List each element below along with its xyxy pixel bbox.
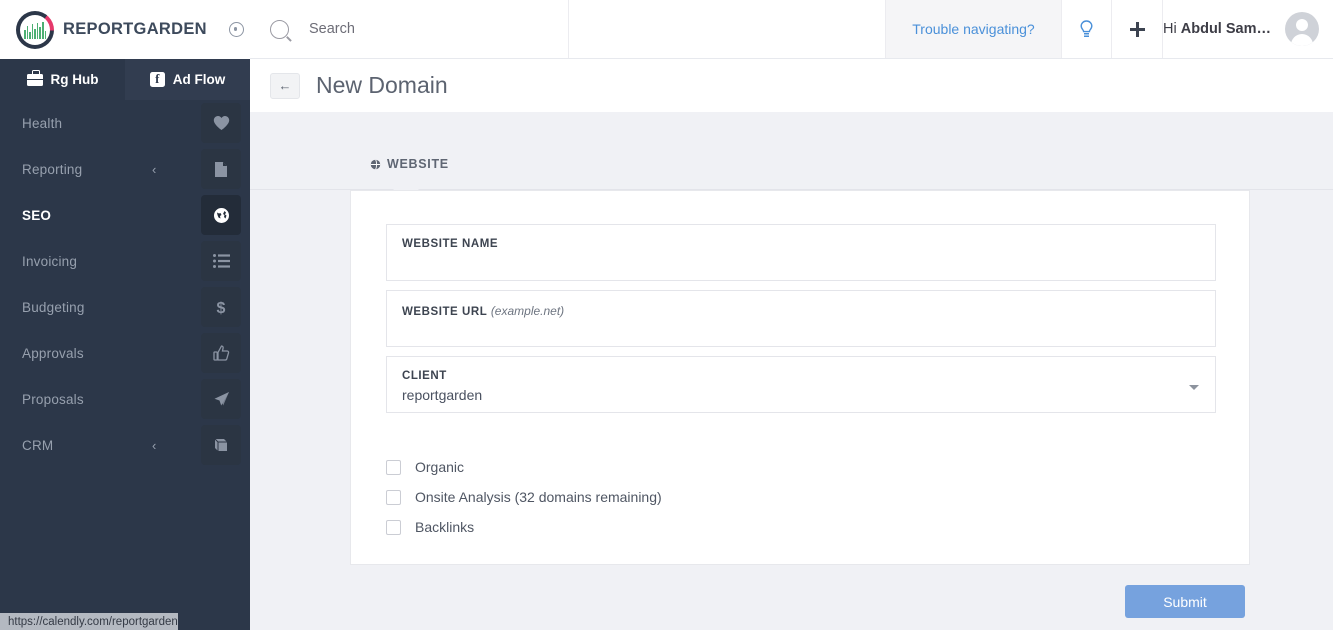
tab-website[interactable]: WEBSITE: [370, 157, 449, 171]
checkbox-onsite-analysis-label: Onsite Analysis (32 domains remaining): [415, 489, 662, 505]
trouble-navigating-cell[interactable]: Trouble navigating?: [886, 0, 1062, 58]
sidebar-item-seo[interactable]: SEO: [0, 192, 250, 238]
website-name-label: WEBSITE NAME: [402, 238, 499, 250]
website-url-hint: (example.net): [490, 304, 565, 318]
target-icon[interactable]: [228, 22, 244, 37]
client-label: CLIENT: [402, 370, 447, 382]
status-bar-url: https://calendly.com/reportgarden: [0, 613, 178, 630]
heart-icon[interactable]: [201, 103, 241, 143]
checkbox-box-icon[interactable]: [386, 519, 401, 535]
tab-website-label: WEBSITE: [387, 157, 449, 171]
website-url-field[interactable]: WEBSITE URL (example.net): [386, 290, 1216, 347]
sidebar-item-label: Health: [22, 115, 63, 131]
section-tabstrip: WEBSITE: [250, 112, 1333, 201]
website-form-card: WEBSITE NAME WEBSITE URL (example.net) C…: [350, 190, 1250, 565]
header-spacer: [569, 0, 887, 58]
document-icon[interactable]: [201, 149, 241, 189]
sidebar-item-reporting[interactable]: Reporting ‹: [0, 146, 250, 192]
workspace-tabs: Rg Hub f Ad Flow: [0, 59, 250, 100]
chevron-down-icon: [1189, 385, 1199, 390]
search-icon: [270, 19, 289, 39]
facebook-icon: f: [149, 72, 165, 87]
plus-icon: [1129, 21, 1145, 37]
page-title: New Domain: [316, 72, 448, 98]
checkbox-onsite-analysis[interactable]: Onsite Analysis (32 domains remaining): [386, 489, 662, 505]
user-name: Abdul Sam…: [1180, 21, 1271, 37]
reportgarden-logo-icon: [16, 10, 54, 49]
tab-ad-flow-label: Ad Flow: [172, 72, 226, 87]
briefcase-icon: [26, 70, 43, 86]
lightbulb-button[interactable]: [1062, 0, 1113, 58]
sidebar-item-approvals[interactable]: Approvals: [0, 330, 250, 376]
globe-icon[interactable]: [201, 195, 241, 235]
brand-name: REPORTGARDEN: [63, 20, 207, 38]
submit-button[interactable]: Submit: [1125, 585, 1245, 618]
logo-bars-icon: [24, 21, 47, 39]
search-input[interactable]: [309, 21, 539, 37]
lightbulb-icon: [1080, 19, 1093, 37]
search-area[interactable]: [250, 0, 569, 58]
client-value: reportgarden: [402, 387, 483, 403]
dollar-icon[interactable]: $: [201, 287, 241, 327]
sidebar-item-label: Reporting: [22, 161, 83, 177]
rocket-icon[interactable]: [201, 379, 241, 419]
sidebar-item-proposals[interactable]: Proposals: [0, 376, 250, 422]
checkbox-organic[interactable]: Organic: [386, 459, 464, 475]
sidebar-item-label: Approvals: [22, 345, 84, 361]
website-name-field[interactable]: WEBSITE NAME: [386, 224, 1216, 281]
tab-rg-hub[interactable]: Rg Hub: [0, 59, 125, 100]
checkbox-organic-label: Organic: [415, 459, 465, 475]
sidebar-item-label: Invoicing: [22, 253, 78, 269]
checkbox-backlinks-label: Backlinks: [415, 519, 475, 535]
website-url-label: WEBSITE URL (example.net): [402, 304, 564, 318]
add-button[interactable]: [1112, 0, 1164, 58]
app-root: REPORTGARDEN Rg Hub f Ad Flow Health Repo…: [0, 0, 1333, 630]
checkbox-box-icon[interactable]: [386, 459, 401, 475]
greeting-prefix: Hi: [1163, 21, 1181, 37]
user-greeting: Hi Abdul Sam…: [1163, 21, 1271, 37]
checkbox-backlinks[interactable]: Backlinks: [386, 519, 474, 535]
sidebar-item-label: SEO: [22, 207, 52, 223]
tab-rg-hub-label: Rg Hub: [50, 72, 99, 87]
website-url-label-text: WEBSITE URL: [402, 306, 488, 318]
sidebar-item-crm[interactable]: CRM ‹: [0, 422, 250, 468]
book-icon[interactable]: [201, 425, 241, 465]
sidebar-item-invoicing[interactable]: Invoicing: [0, 238, 250, 284]
globe-icon: [370, 158, 381, 170]
back-button[interactable]: ←: [270, 72, 300, 99]
sidebar-nav: Health Reporting ‹ SEO Invoicing Budgeting $ Ap…: [0, 100, 250, 468]
avatar-icon[interactable]: [1285, 12, 1319, 46]
sidebar-item-budgeting[interactable]: Budgeting $: [0, 284, 250, 330]
list-icon[interactable]: [201, 241, 241, 281]
sidebar-item-label: CRM: [22, 437, 54, 453]
page-titlebar: ← New Domain: [250, 59, 1333, 112]
top-header: Trouble navigating? Hi Abdul Sam…: [250, 0, 1333, 59]
sidebar: REPORTGARDEN Rg Hub f Ad Flow Health Repo…: [0, 0, 250, 630]
chevron-left-icon[interactable]: ‹: [152, 163, 156, 176]
back-arrow-icon: ←: [278, 78, 292, 93]
sidebar-item-label: Budgeting: [22, 299, 85, 315]
thumbs-up-icon[interactable]: [201, 333, 241, 373]
user-menu[interactable]: Hi Abdul Sam…: [1163, 0, 1333, 58]
chevron-left-icon[interactable]: ‹: [152, 439, 156, 452]
brand-header[interactable]: REPORTGARDEN: [0, 0, 250, 59]
client-select[interactable]: CLIENT reportgarden: [386, 356, 1216, 413]
trouble-navigating-link[interactable]: Trouble navigating?: [912, 21, 1034, 37]
checkbox-box-icon[interactable]: [386, 489, 401, 505]
sidebar-item-label: Proposals: [22, 391, 84, 407]
svg-text:$: $: [217, 300, 226, 316]
content-area: WEBSITE WEBSITE NAME WEBSITE URL (exampl…: [250, 112, 1333, 630]
sidebar-item-health[interactable]: Health: [0, 100, 250, 146]
tab-ad-flow[interactable]: f Ad Flow: [125, 59, 250, 100]
